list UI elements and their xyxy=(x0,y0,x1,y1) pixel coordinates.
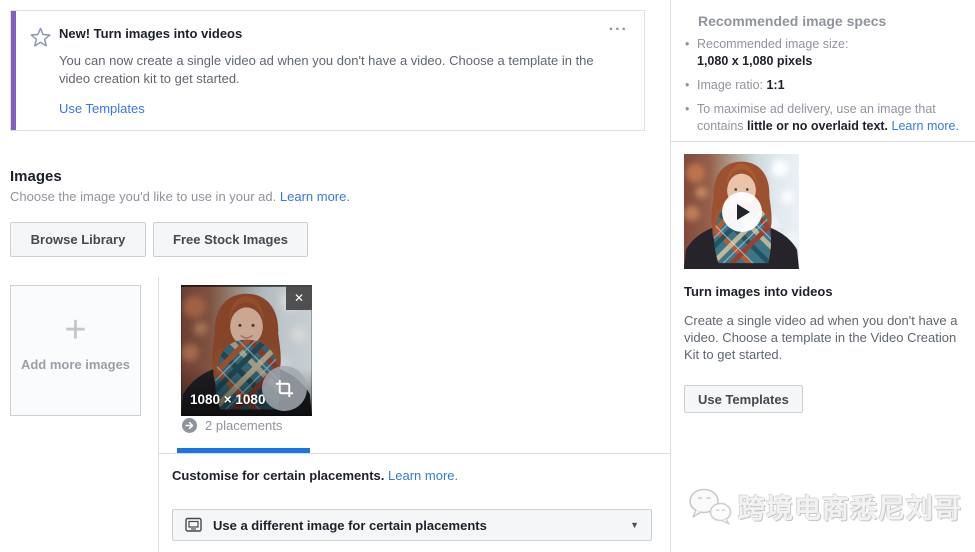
banner-accent-bar xyxy=(11,11,16,130)
play-icon xyxy=(737,203,750,220)
dropdown-label: Use a different image for certain placem… xyxy=(213,517,487,533)
watermark-text: 跨境电商悉尼刘哥 xyxy=(738,493,962,524)
watermark: 跨境电商悉尼刘哥 xyxy=(687,486,962,526)
remove-image-button[interactable]: ✕ xyxy=(286,285,312,310)
customise-heading: Customise for certain placements. Learn … xyxy=(172,468,458,483)
use-templates-link[interactable]: Use Templates xyxy=(59,101,145,116)
specs-list: Recommended image size: 1,080 x 1,080 pi… xyxy=(683,36,969,142)
ad-creation-screen: New! Turn images into videos You can now… xyxy=(0,0,975,552)
arrow-circle-icon xyxy=(182,418,197,433)
star-icon xyxy=(30,27,51,47)
banner-title: New! Turn images into videos xyxy=(59,26,243,41)
close-icon: ✕ xyxy=(293,290,305,305)
right-sidebar: Recommended image specs Recommended imag… xyxy=(670,0,975,552)
images-section-title: Images xyxy=(10,168,62,185)
image-thumbnail[interactable]: ✕ 1080 × 1080 xyxy=(181,285,312,416)
plus-icon: + xyxy=(64,309,87,351)
crop-icon xyxy=(275,379,294,398)
overflow-menu-icon[interactable]: ... xyxy=(609,17,628,35)
sidebar-divider xyxy=(671,141,975,142)
images-section-subtitle: Choose the image you'd like to use in yo… xyxy=(10,189,350,204)
spec-bullet-text: To maximise ad delivery, use an image th… xyxy=(683,101,969,135)
add-more-images-button[interactable]: + Add more images xyxy=(10,285,141,416)
crop-button[interactable] xyxy=(262,366,307,411)
vertical-divider xyxy=(158,277,159,552)
specs-learn-more-link[interactable]: Learn more. xyxy=(892,119,959,133)
add-more-images-label: Add more images xyxy=(20,357,131,372)
free-stock-images-button[interactable]: Free Stock Images xyxy=(153,222,308,257)
specs-title: Recommended image specs xyxy=(698,13,887,29)
placement-image-dropdown[interactable]: Use a different image for certain placem… xyxy=(172,509,652,541)
video-card-title: Turn images into videos xyxy=(684,284,833,299)
new-feature-banner: New! Turn images into videos You can now… xyxy=(10,10,645,131)
learn-more-link[interactable]: Learn more. xyxy=(280,189,350,204)
spec-bullet-ratio: Image ratio: 1:1 xyxy=(683,77,969,94)
placements-label: 2 placements xyxy=(205,418,283,433)
chevron-down-icon: ▼ xyxy=(630,520,639,530)
video-card-body: Create a single video ad when you don't … xyxy=(684,313,958,362)
monitor-icon xyxy=(185,517,202,532)
wechat-icon xyxy=(689,488,732,525)
video-preview[interactable] xyxy=(684,154,799,269)
spec-bullet-size: Recommended image size: 1,080 x 1,080 pi… xyxy=(683,36,969,70)
customise-learn-more-link[interactable]: Learn more. xyxy=(388,468,458,483)
horizontal-divider xyxy=(159,453,670,454)
placements-info[interactable]: 2 placements xyxy=(182,418,282,433)
image-size-badge: 1080 × 1080 xyxy=(190,392,266,407)
play-button[interactable] xyxy=(721,191,762,232)
browse-library-button[interactable]: Browse Library xyxy=(10,222,146,257)
subtitle-text: Choose the image you'd like to use in yo… xyxy=(10,189,277,204)
banner-body: You can now create a single video ad whe… xyxy=(59,53,594,86)
customise-label: Customise for certain placements. xyxy=(172,468,385,483)
use-templates-button[interactable]: Use Templates xyxy=(684,385,803,413)
